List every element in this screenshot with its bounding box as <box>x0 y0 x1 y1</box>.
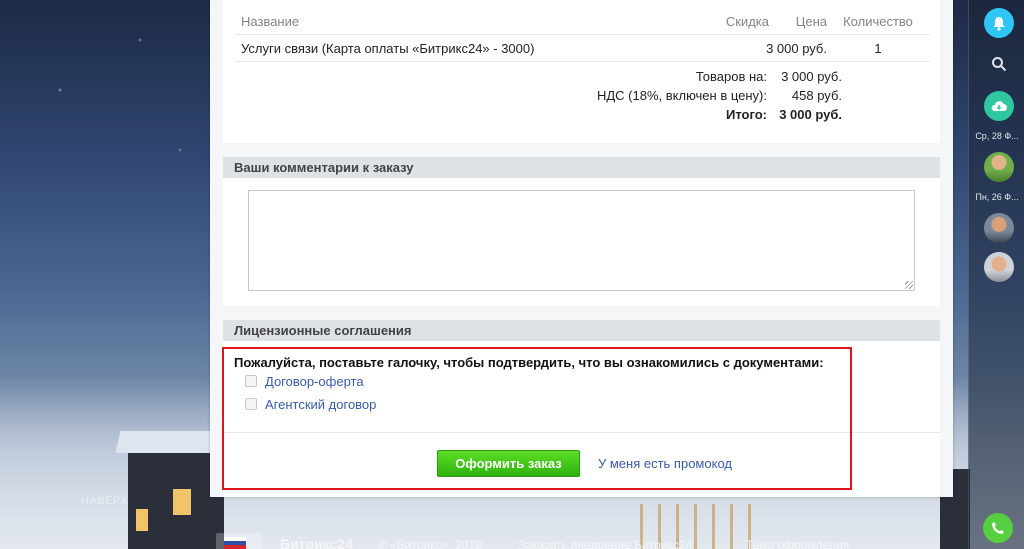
item-name: Услуги связи (Карта оплаты «Битрикс24» -… <box>241 41 535 56</box>
table-header: Название Скидка Цена Количество <box>235 8 930 34</box>
divider <box>223 432 940 433</box>
column-quantity: Количество <box>843 14 913 29</box>
footer-copyright: © «Битрикс», 2018 <box>378 538 482 549</box>
order-table: Название Скидка Цена Количество Услуги с… <box>235 8 930 62</box>
comments-section: Ваши комментарии к заказу <box>223 157 940 306</box>
comments-textarea[interactable] <box>248 190 915 291</box>
phone-icon <box>992 522 1004 534</box>
vat-value: 458 руб. <box>791 88 842 103</box>
license-title: Лицензионные соглашения <box>223 320 940 341</box>
agent-checkbox[interactable] <box>245 398 257 410</box>
goods-total-label: Товаров на: <box>695 69 767 84</box>
license-item-agent[interactable]: Агентский договор <box>245 395 376 413</box>
agent-link[interactable]: Агентский договор <box>265 397 376 412</box>
vat-total: НДС (18%, включен в цену): 458 руб. <box>442 86 842 105</box>
vat-label: НДС (18%, включен в цену): <box>596 88 767 103</box>
resize-handle[interactable] <box>905 281 913 289</box>
item-price: 3 000 руб. <box>766 41 827 56</box>
call-button[interactable] <box>983 513 1013 543</box>
order-summary: Название Скидка Цена Количество Услуги с… <box>223 0 940 143</box>
comments-title: Ваши комментарии к заказу <box>223 157 940 178</box>
offer-checkbox[interactable] <box>245 375 257 387</box>
column-price: Цена <box>795 14 827 29</box>
column-discount: Скидка <box>725 14 769 29</box>
submit-order-button[interactable]: Оформить заказ <box>437 450 580 477</box>
table-row: Услуги связи (Карта оплаты «Битрикс24» -… <box>235 34 930 62</box>
avatar[interactable] <box>984 213 1014 243</box>
theme-link[interactable]: Тема оформления <box>746 538 849 549</box>
grand-total: Итого: 3 000 руб. <box>442 105 842 124</box>
order-totals: Товаров на: 3 000 руб. НДС (18%, включен… <box>442 67 842 124</box>
right-sidebar: Ср, 28 Ф... Пн, 26 Ф... <box>968 0 1024 549</box>
grand-total-value: 3 000 руб. <box>779 107 842 122</box>
language-selector[interactable] <box>216 533 262 549</box>
goods-total: Товаров на: 3 000 руб. <box>442 67 842 86</box>
recent-date-2: Пн, 26 Ф... <box>975 192 1019 202</box>
recent-date-1: Ср, 28 Ф... <box>975 131 1019 141</box>
avatar[interactable] <box>984 152 1014 182</box>
avatar[interactable] <box>984 252 1014 282</box>
license-item-offer[interactable]: Договор-оферта <box>245 372 364 390</box>
item-quantity: 1 <box>874 41 882 56</box>
license-section: Лицензионные соглашения Пожалуйста, пост… <box>223 320 940 497</box>
cloud-icon <box>991 101 1007 111</box>
footer-brand: Битрикс24 <box>280 536 353 549</box>
order-panel: Название Скидка Цена Количество Услуги с… <box>210 0 953 497</box>
flag-icon <box>224 537 246 549</box>
search-button[interactable] <box>984 49 1014 79</box>
disk-button[interactable] <box>984 91 1014 121</box>
promo-code-link[interactable]: У меня есть промокод <box>598 456 732 471</box>
goods-total-value: 3 000 руб. <box>781 69 842 84</box>
search-icon <box>992 57 1007 72</box>
offer-link[interactable]: Договор-оферта <box>265 374 364 389</box>
license-prompt: Пожалуйста, поставьте галочку, чтобы под… <box>234 355 824 370</box>
column-name: Название <box>241 14 300 29</box>
order-implementation-link[interactable]: Заказать внедрение Битрикс24 <box>518 538 692 549</box>
grand-total-label: Итого: <box>726 107 767 122</box>
bell-icon <box>993 16 1005 31</box>
notifications-button[interactable] <box>984 8 1014 38</box>
scroll-up-link[interactable]: НАВЕРХ <box>81 495 128 507</box>
